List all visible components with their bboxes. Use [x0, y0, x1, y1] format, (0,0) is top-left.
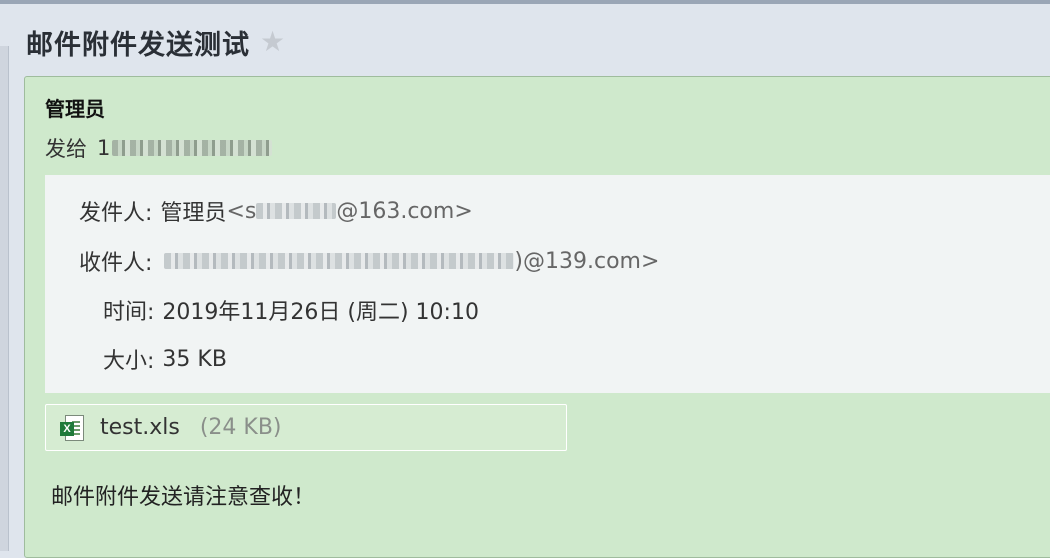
mail-subject: 邮件附件发送测试 [26, 29, 250, 61]
excel-file-icon: X [60, 414, 84, 441]
star-icon[interactable]: ★ [260, 28, 285, 56]
redacted-recipient [112, 140, 273, 156]
window-top-edge [0, 0, 1050, 4]
attachment-filename[interactable]: test.xls [100, 415, 180, 440]
to-label: 收件人: [79, 251, 153, 276]
sent-to-prefix: 发给 [45, 137, 87, 161]
mail-body: 邮件附件发送请注意查收！ [51, 485, 316, 510]
sender-name: 管理员 [45, 97, 105, 121]
attachment-size: (24 KB) [199, 415, 282, 440]
from-label: 发件人: [79, 201, 153, 226]
to-domain[interactable]: )@139.com> [514, 249, 659, 274]
time-row: 时间: 2019年11月26日 (周二) 10:10 [103, 294, 479, 326]
size-value: 35 KB [162, 346, 227, 372]
from-row: 发件人: 管理员 <s @163.com> [79, 195, 473, 227]
sent-to-visible: 1 [97, 136, 111, 160]
time-value: 2019年11月26日 (周二) 10:10 [162, 300, 479, 325]
size-row: 大小: 35 KB [103, 343, 227, 375]
from-open: <s [226, 198, 257, 224]
mail-panel: 管理员 发给 1 发件人: 管理员 <s @163.com> 收件人: )@13… [24, 76, 1050, 558]
to-row: 收件人: )@139.com> [79, 245, 659, 277]
left-panel-edge [0, 46, 9, 551]
time-label: 时间: [103, 300, 155, 325]
size-label: 大小: [103, 349, 155, 374]
redacted-from-address [256, 203, 337, 219]
redacted-to-address [164, 253, 515, 269]
from-domain[interactable]: @163.com> [336, 199, 472, 224]
from-name: 管理员 [160, 201, 227, 226]
sent-to-line: 发给 1 [45, 133, 273, 163]
attachment-item[interactable]: X test.xls (24 KB) [45, 404, 567, 451]
mail-header-box: 发件人: 管理员 <s @163.com> 收件人: )@139.com> 时间… [45, 175, 1050, 393]
subject-bar: 邮件附件发送测试 ★ [26, 20, 285, 64]
